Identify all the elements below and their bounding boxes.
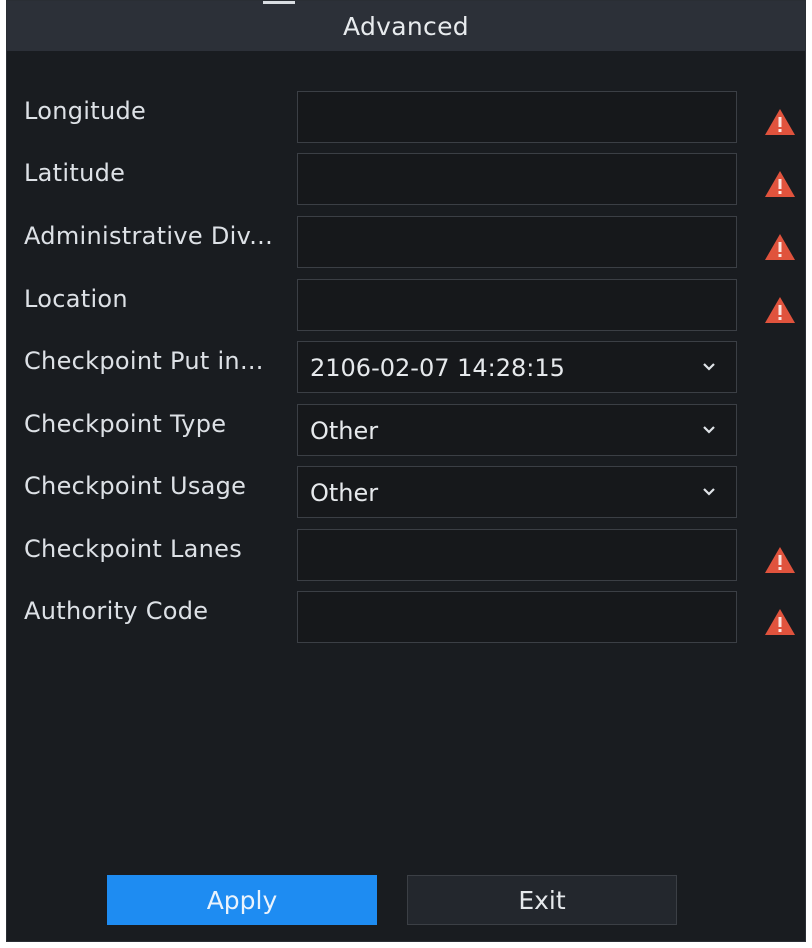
row-checkpoint-put-in: Checkpoint Put in... 2106-02-07 14:28:15 <box>7 341 805 397</box>
checkpoint-lanes-label: Checkpoint Lanes <box>24 535 243 563</box>
exit-button[interactable]: Exit <box>407 875 677 925</box>
checkpoint-put-in-label: Checkpoint Put in... <box>24 347 264 375</box>
checkpoint-put-in-value: 2106-02-07 14:28:15 <box>310 354 565 382</box>
longitude-label: Longitude <box>24 97 147 125</box>
warning-triangle-icon <box>765 171 795 197</box>
row-authority-code: Authority Code <box>7 591 805 647</box>
authority-code-input[interactable] <box>297 591 737 643</box>
row-checkpoint-usage: Checkpoint Usage Other <box>7 466 805 522</box>
chevron-down-icon <box>703 426 715 434</box>
latitude-label: Latitude <box>24 159 126 187</box>
row-administrative-division: Administrative Div... <box>7 216 805 272</box>
checkpoint-usage-select[interactable]: Other <box>297 466 737 518</box>
checkpoint-usage-value: Other <box>310 479 379 507</box>
dialog-title: Advanced <box>343 11 469 41</box>
row-longitude: Longitude <box>7 91 805 147</box>
warning-triangle-icon <box>765 547 795 573</box>
chevron-down-icon <box>703 488 715 496</box>
longitude-input[interactable] <box>297 91 737 143</box>
checkpoint-put-in-select[interactable]: 2106-02-07 14:28:15 <box>297 341 737 393</box>
row-latitude: Latitude <box>7 153 805 209</box>
checkpoint-usage-label: Checkpoint Usage <box>24 472 247 500</box>
titlebar-marker <box>263 1 295 4</box>
checkpoint-type-label: Checkpoint Type <box>24 410 227 438</box>
checkpoint-type-value: Other <box>310 417 379 445</box>
row-location: Location <box>7 279 805 335</box>
chevron-down-icon <box>703 363 715 371</box>
location-input[interactable] <box>297 279 737 331</box>
checkpoint-lanes-input[interactable] <box>297 529 737 581</box>
advanced-dialog: Advanced Longitude Latitude Administrati… <box>6 0 806 942</box>
warning-triangle-icon <box>765 109 795 135</box>
checkpoint-type-select[interactable]: Other <box>297 404 737 456</box>
location-label: Location <box>24 285 128 313</box>
latitude-input[interactable] <box>297 153 737 205</box>
administrative-division-label: Administrative Div... <box>24 222 273 250</box>
warning-triangle-icon <box>765 297 795 323</box>
dialog-titlebar: Advanced <box>7 1 805 51</box>
warning-triangle-icon <box>765 609 795 635</box>
authority-code-label: Authority Code <box>24 597 209 625</box>
warning-triangle-icon <box>765 234 795 260</box>
row-checkpoint-lanes: Checkpoint Lanes <box>7 529 805 585</box>
administrative-division-input[interactable] <box>297 216 737 268</box>
apply-button[interactable]: Apply <box>107 875 377 925</box>
row-checkpoint-type: Checkpoint Type Other <box>7 404 805 460</box>
